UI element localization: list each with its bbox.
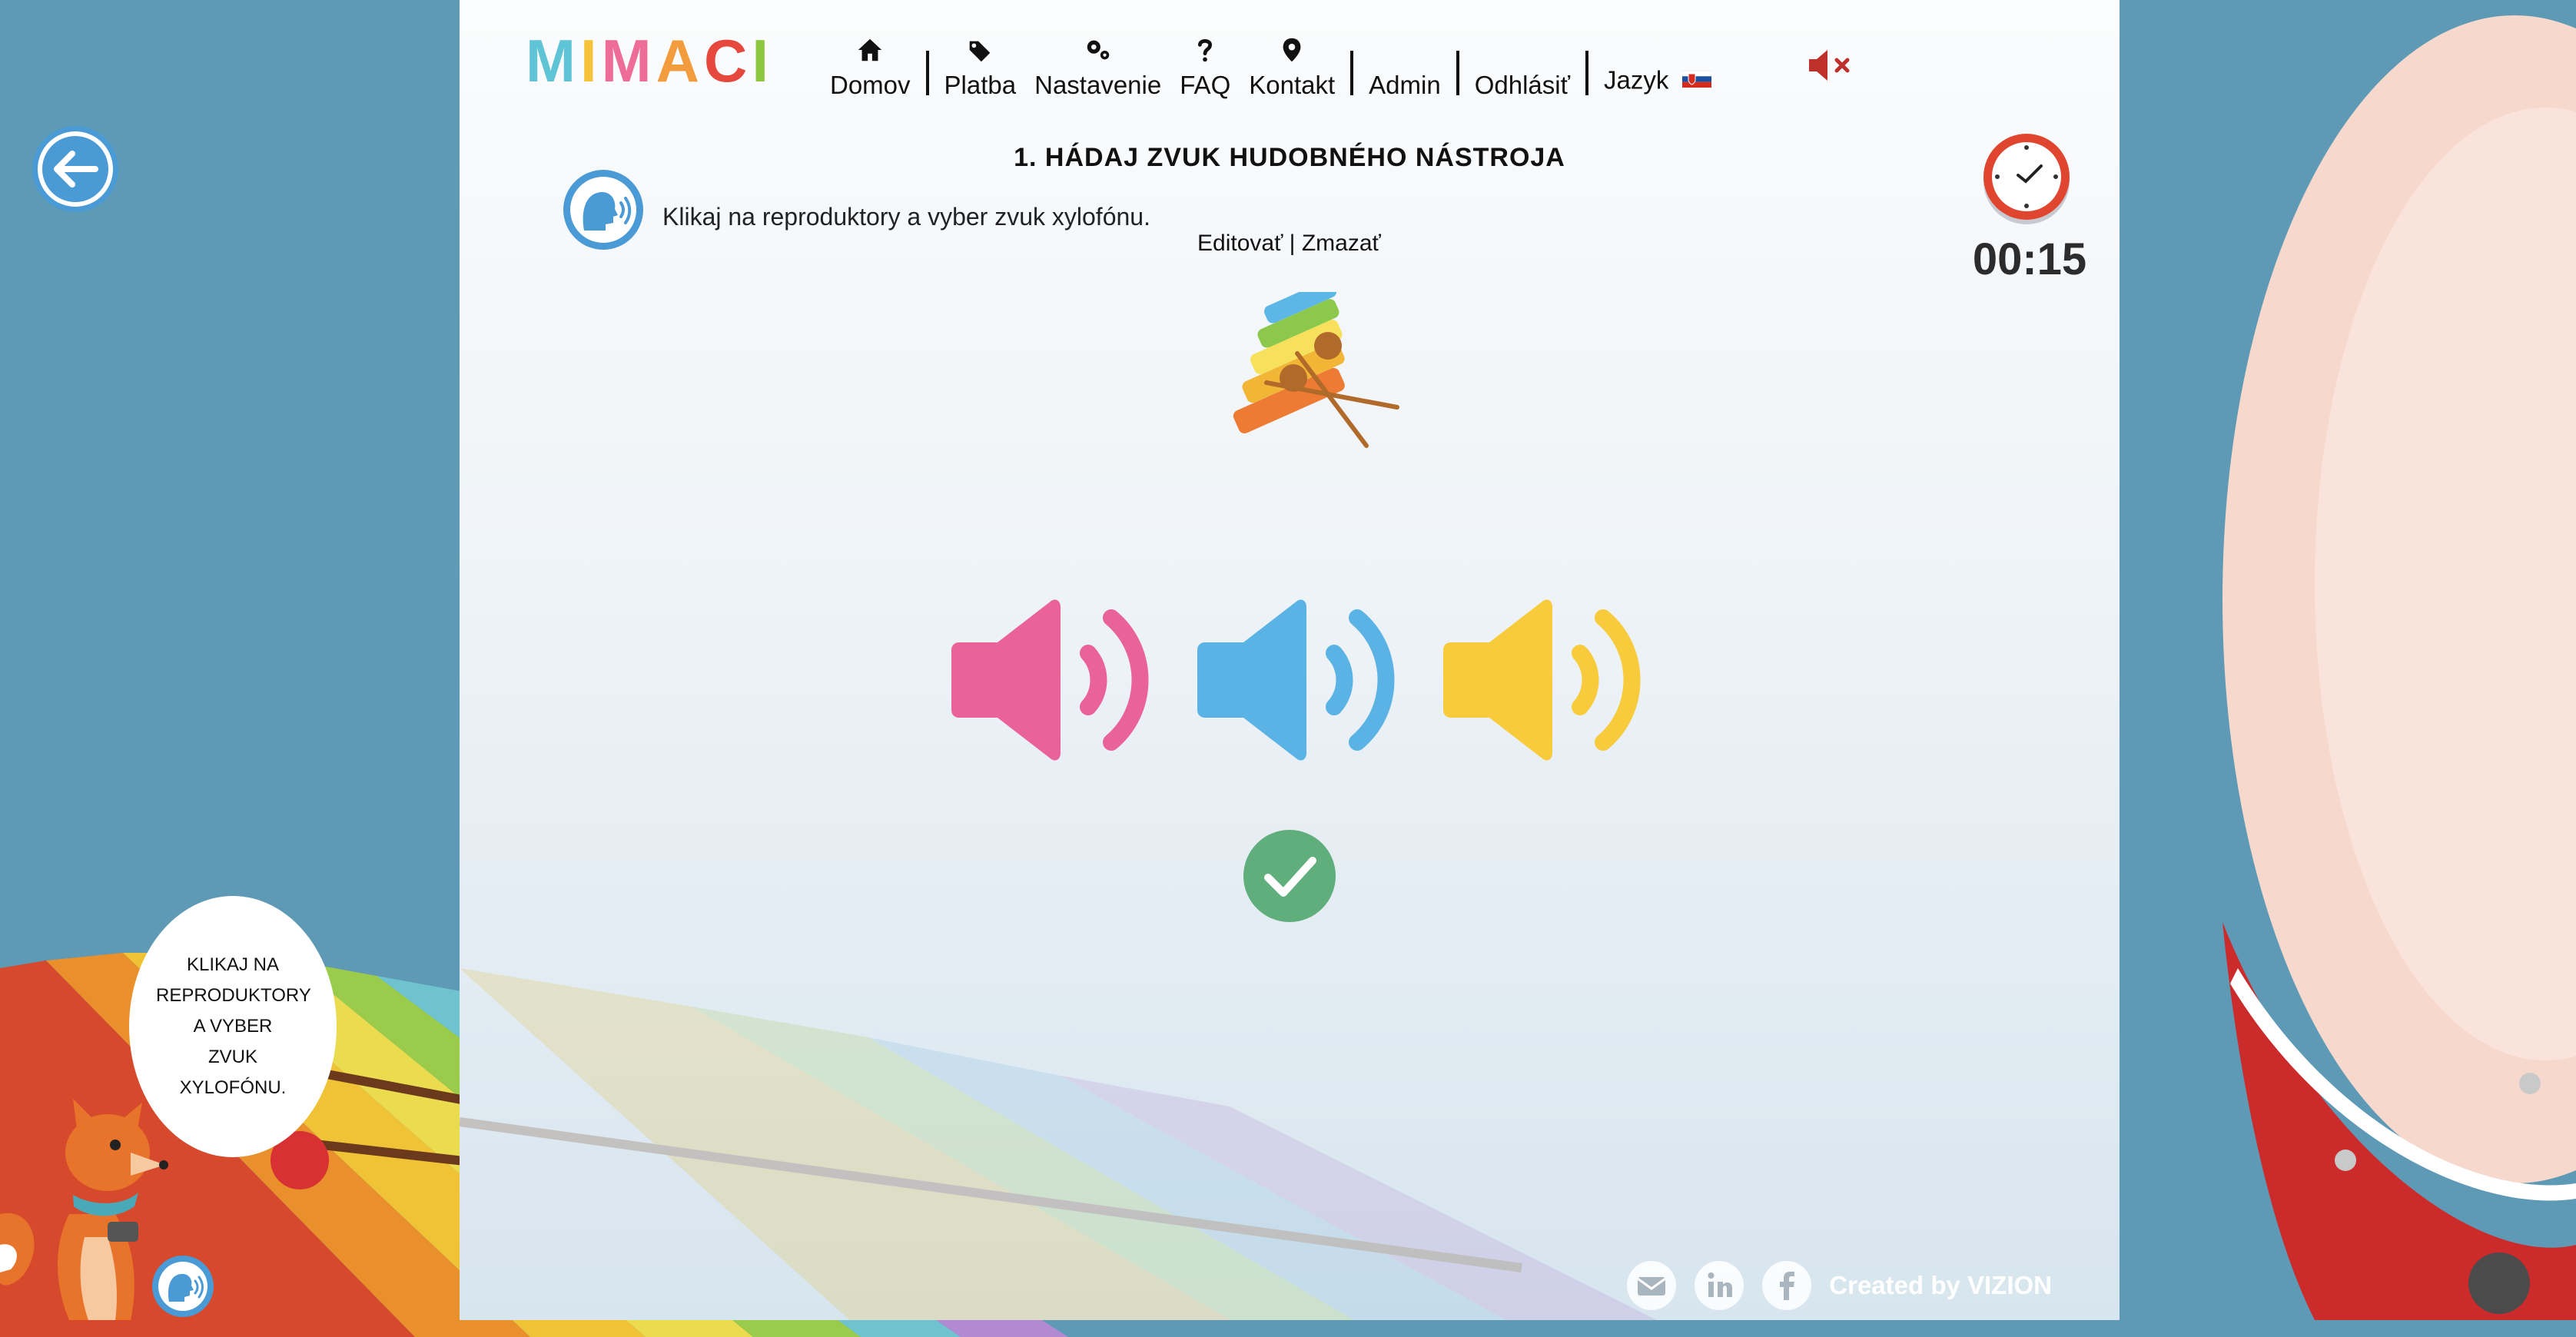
question-icon bbox=[1198, 39, 1213, 62]
footer-credit: Created by VIZION bbox=[1829, 1271, 2052, 1299]
slovak-flag-icon bbox=[1681, 70, 1711, 88]
nav-faq-label: FAQ bbox=[1180, 71, 1231, 99]
nav-contact[interactable]: Kontakt bbox=[1240, 23, 1344, 100]
logo-letter: I bbox=[752, 27, 773, 95]
footer: Created by VIZION bbox=[1609, 1260, 2052, 1311]
sound-options bbox=[944, 599, 1651, 761]
bubble-line: ZVUK bbox=[207, 1047, 257, 1067]
nav-home-label: Domov bbox=[830, 71, 911, 99]
logo-letter: C bbox=[703, 27, 752, 95]
tags-icon bbox=[970, 41, 991, 62]
back-button[interactable] bbox=[29, 123, 121, 215]
bubble-line: REPRODUKTORY bbox=[156, 985, 311, 1006]
nav-divider bbox=[925, 51, 929, 95]
bubble-line: KLIKAJ NA bbox=[186, 954, 280, 975]
email-icon[interactable] bbox=[1626, 1260, 1677, 1311]
nav-language-label: Jazyk bbox=[1603, 65, 1669, 95]
nav-divider bbox=[1585, 51, 1588, 95]
speaking-head-icon bbox=[152, 1256, 214, 1317]
drum-background-art bbox=[2222, 15, 2576, 1320]
logo-letter: A bbox=[656, 27, 704, 95]
nav-logout[interactable]: Odhlásiť bbox=[1466, 23, 1579, 100]
nav-payment-label: Platba bbox=[944, 71, 1017, 99]
sound-option-3[interactable] bbox=[1436, 599, 1651, 761]
linkedin-icon[interactable] bbox=[1694, 1260, 1744, 1311]
main-panel: MIMACI Domov Platba Nastavenie FAQ Konta… bbox=[460, 0, 2120, 1320]
speaker-icon bbox=[1443, 599, 1641, 761]
clock-icon bbox=[1983, 134, 2070, 224]
top-navigation: Domov Platba Nastavenie FAQ Kontakt Admi… bbox=[821, 8, 1721, 100]
speaker-icon bbox=[951, 599, 1149, 761]
arrow-left-icon bbox=[32, 126, 118, 212]
exercise-instruction: Klikaj na reproduktory a vyber zvuk xylo… bbox=[662, 203, 1150, 231]
edit-links: Editovať | Zmazať bbox=[1197, 231, 1381, 257]
bubble-line: A VYBER bbox=[193, 1016, 273, 1037]
xylophone-background-art bbox=[460, 968, 1657, 1320]
facebook-icon[interactable] bbox=[1761, 1260, 1812, 1311]
nav-admin-label: Admin bbox=[1369, 71, 1441, 99]
mimaci-logo[interactable]: MIMACI bbox=[526, 31, 773, 91]
sound-option-2[interactable] bbox=[1190, 599, 1405, 761]
nav-contact-label: Kontakt bbox=[1249, 71, 1336, 99]
edit-link[interactable]: Editovať bbox=[1197, 231, 1283, 256]
checkmark-icon bbox=[1243, 830, 1336, 922]
logo-letter: M bbox=[526, 27, 580, 95]
logo-letter: M bbox=[601, 27, 656, 95]
xylophone-icon bbox=[1233, 292, 1399, 448]
edit-links-separator: | bbox=[1289, 231, 1296, 256]
speaking-head-icon bbox=[563, 170, 643, 250]
exercise-title: 1. HÁDAJ ZVUK HUDOBNÉHO NÁSTROJA bbox=[1014, 143, 1565, 172]
home-icon bbox=[858, 38, 882, 61]
nav-language[interactable]: Jazyk bbox=[1595, 23, 1721, 100]
delete-link[interactable]: Zmazať bbox=[1302, 231, 1381, 256]
speaker-icon bbox=[1197, 599, 1395, 761]
nav-settings[interactable]: Nastavenie bbox=[1025, 23, 1170, 100]
nav-logout-label: Odhlásiť bbox=[1474, 71, 1570, 99]
sound-option-1[interactable] bbox=[944, 599, 1159, 761]
play-instruction-button[interactable] bbox=[561, 168, 646, 252]
nav-divider bbox=[1350, 51, 1354, 95]
nav-faq[interactable]: FAQ bbox=[1170, 23, 1240, 100]
check-answer-button[interactable] bbox=[1243, 830, 1336, 922]
bubble-line: XYLOFÓNU. bbox=[179, 1077, 287, 1098]
sound-muted-icon[interactable] bbox=[1806, 46, 1857, 85]
nav-payment[interactable]: Platba bbox=[935, 23, 1026, 100]
logo-letter: I bbox=[579, 27, 602, 95]
map-pin-icon bbox=[1283, 38, 1301, 62]
countdown-timer: 00:15 bbox=[1972, 234, 2087, 284]
nav-settings-label: Nastavenie bbox=[1034, 71, 1162, 99]
nav-home[interactable]: Domov bbox=[821, 23, 920, 100]
nav-divider bbox=[1456, 51, 1459, 95]
nav-admin[interactable]: Admin bbox=[1359, 23, 1450, 100]
gears-icon bbox=[1087, 40, 1109, 60]
mascot-play-button[interactable] bbox=[151, 1254, 215, 1319]
